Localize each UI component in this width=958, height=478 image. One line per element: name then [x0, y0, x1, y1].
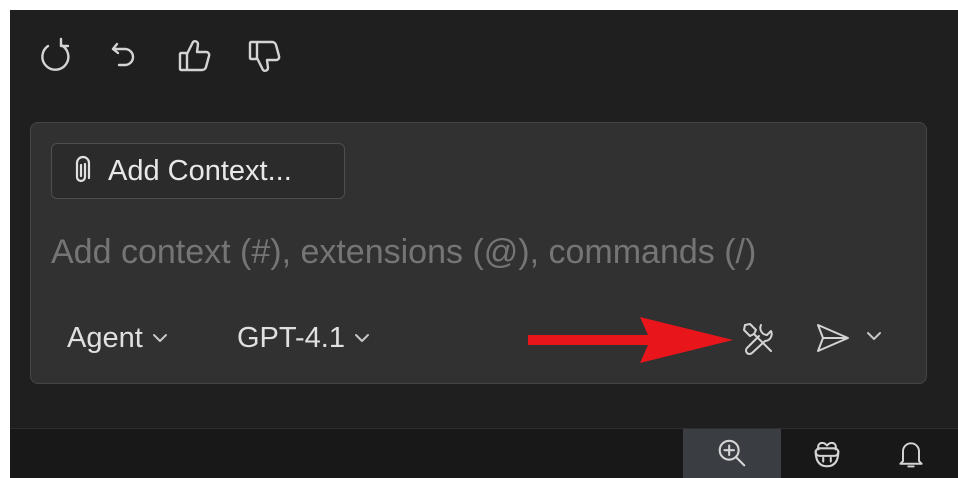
- thumbs-down-button[interactable]: [240, 32, 290, 80]
- thumbs-up-icon: [178, 40, 211, 72]
- thumbs-down-icon: [248, 40, 281, 72]
- add-context-button[interactable]: Add Context...: [51, 143, 345, 199]
- configure-tools-button[interactable]: [736, 315, 780, 361]
- zoom-in-icon: [718, 439, 746, 467]
- chevron-down-icon: [355, 334, 369, 342]
- chevron-down-icon: [152, 334, 167, 342]
- mode-picker[interactable]: Agent: [67, 313, 169, 363]
- chat-input-box: Add Context... Agent GPT-4.1: [30, 122, 927, 384]
- chat-panel: Add Context... Agent GPT-4.1: [10, 10, 958, 478]
- red-arrow-annotation: [528, 317, 733, 363]
- input-toolbar: Agent GPT-4.1: [31, 313, 926, 363]
- bell-icon: [899, 442, 923, 468]
- model-picker-label: GPT-4.1: [237, 321, 345, 354]
- response-toolbar: [10, 10, 958, 100]
- send-options-button[interactable]: [865, 327, 887, 349]
- add-context-label: Add Context...: [108, 154, 292, 187]
- mode-picker-label: Agent: [67, 321, 143, 354]
- chat-input[interactable]: [51, 227, 901, 277]
- send-button[interactable]: [811, 315, 855, 361]
- tools-icon: [743, 323, 773, 356]
- retry-button[interactable]: [30, 32, 80, 80]
- notifications-button[interactable]: [876, 429, 946, 478]
- send-icon: [817, 324, 849, 352]
- model-picker[interactable]: GPT-4.1: [237, 313, 371, 363]
- retry-icon: [41, 37, 70, 71]
- chevron-down-icon: [867, 332, 881, 340]
- copilot-button[interactable]: [792, 429, 862, 478]
- thumbs-up-button[interactable]: [170, 32, 220, 80]
- zoom-in-button[interactable]: [683, 429, 781, 478]
- undo-icon: [111, 42, 135, 67]
- status-bar: [10, 428, 958, 478]
- undo-button[interactable]: [100, 32, 150, 80]
- copilot-icon: [814, 441, 840, 468]
- paperclip-icon: [75, 155, 91, 183]
